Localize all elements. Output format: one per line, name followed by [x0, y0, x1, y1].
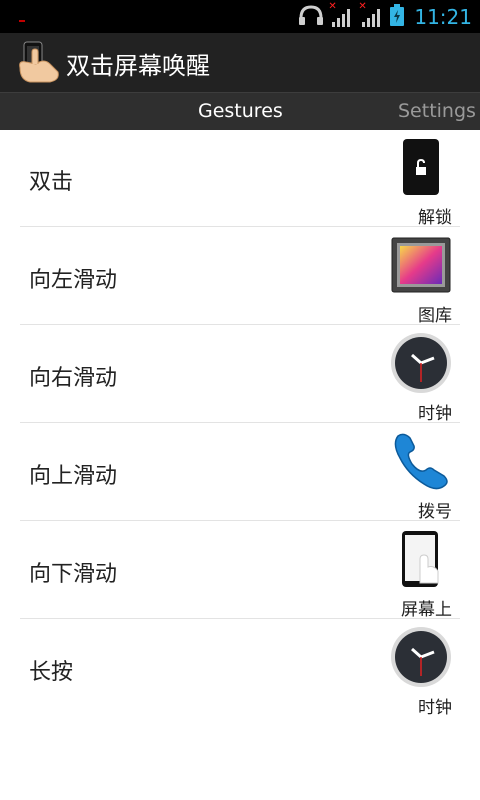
app-name: 时钟: [418, 404, 452, 424]
battery-charging-icon: [390, 3, 405, 30]
tab-settings[interactable]: Settings: [398, 100, 476, 122]
tab-bar: Gestures Settings: [0, 92, 480, 130]
app-name: 拨号: [418, 502, 452, 522]
status-icons: ✕ ✕ 11:21: [298, 0, 472, 33]
hand-phone-icon[interactable]: [14, 38, 62, 86]
list-item-long-press[interactable]: 长按 时钟: [20, 619, 460, 718]
app-title: 双击屏幕唤醒: [66, 52, 210, 80]
gallery-icon: [389, 233, 453, 297]
app-name: 解锁: [418, 208, 452, 228]
list-item-swipe-right[interactable]: 向右滑动 时钟: [20, 325, 460, 424]
clock-icon: [389, 331, 453, 395]
status-bar: ✕ ✕ 11:21: [0, 0, 480, 33]
gesture-label: 向左滑动: [29, 268, 118, 293]
gesture-label: 向上滑动: [29, 464, 118, 489]
unlock-phone-icon: [389, 135, 453, 199]
app-name: 屏幕上: [401, 600, 452, 620]
signal-icon: ✕: [358, 1, 384, 27]
gesture-list: 双击 解锁 向左滑动 图库 向右滑动 时钟 向上滑动 拨号 向下滑动 屏幕上 长…: [0, 129, 480, 718]
gesture-label: 双击: [29, 170, 74, 195]
gesture-label: 向下滑动: [29, 562, 118, 587]
headphones-icon: [298, 4, 324, 30]
clock-icon: [389, 625, 453, 689]
signal-icon: ✕: [328, 1, 354, 27]
app-name: 时钟: [418, 698, 452, 718]
notification-indicator: [19, 20, 25, 22]
list-item-double-tap[interactable]: 双击 解锁: [20, 129, 460, 228]
app-name: 图库: [418, 306, 452, 326]
list-item-swipe-left[interactable]: 向左滑动 图库: [20, 227, 460, 326]
phone-icon: [389, 429, 453, 493]
tab-gestures[interactable]: Gestures: [198, 100, 283, 122]
list-item-swipe-down[interactable]: 向下滑动 屏幕上: [20, 521, 460, 620]
list-item-swipe-up[interactable]: 向上滑动 拨号: [20, 423, 460, 522]
gesture-label: 向右滑动: [29, 366, 118, 391]
status-time: 11:21: [414, 4, 472, 29]
screen-on-icon: [389, 527, 453, 591]
gesture-label: 长按: [29, 660, 74, 685]
